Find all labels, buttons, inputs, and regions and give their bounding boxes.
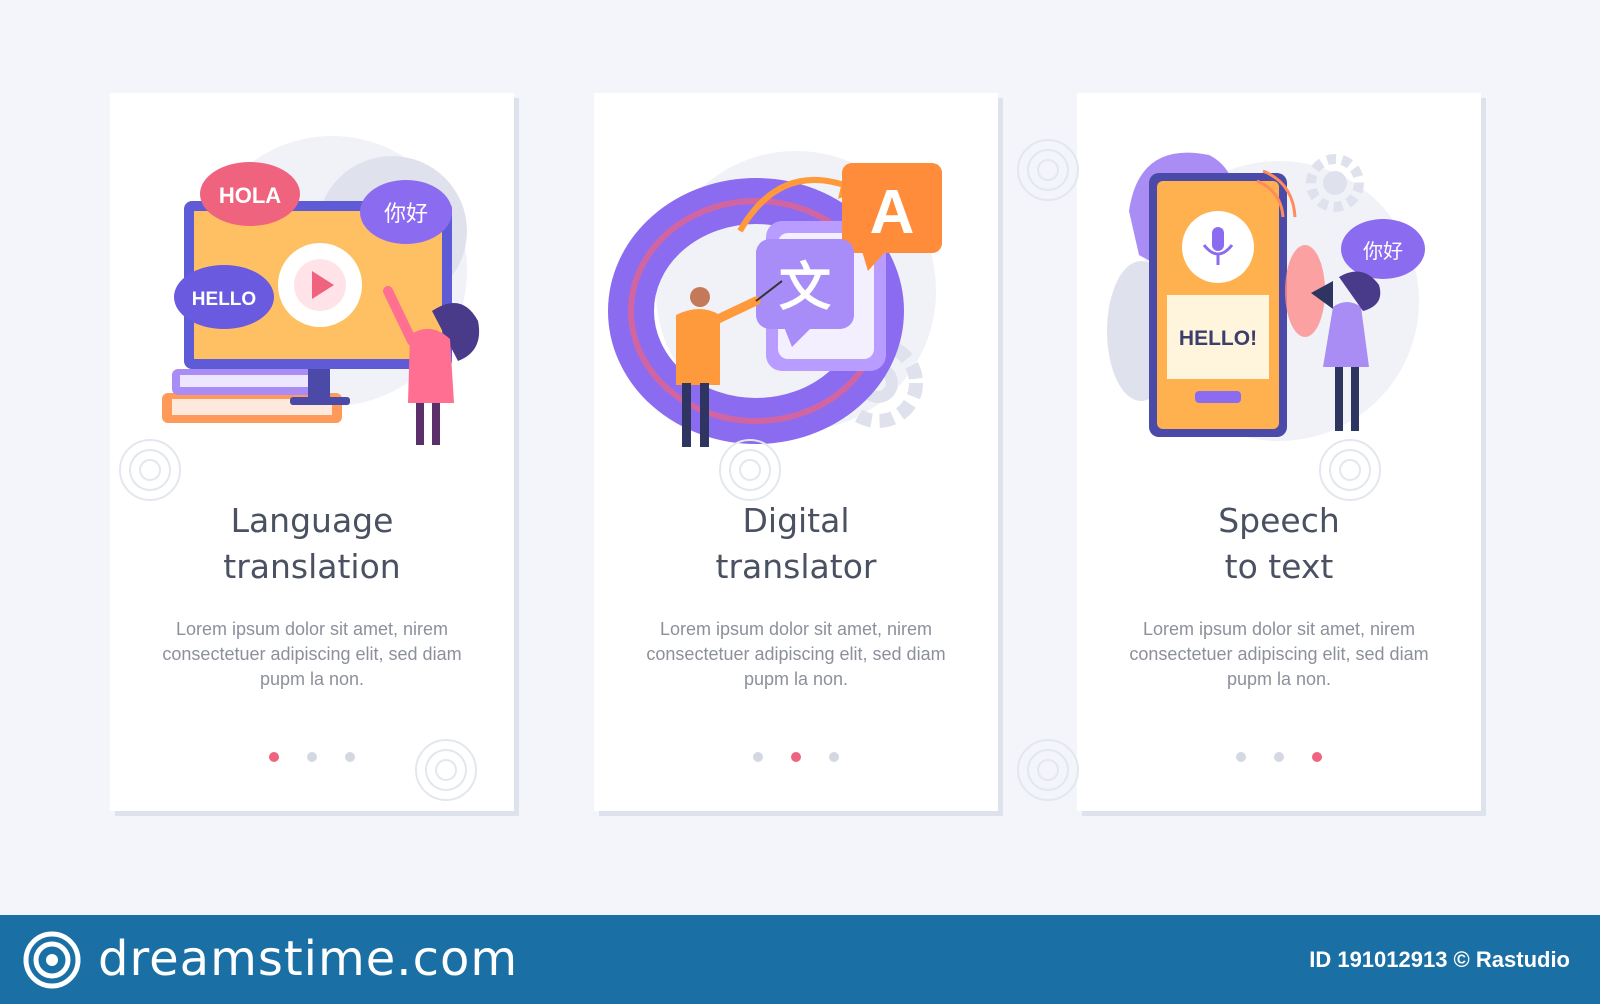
card-description: Lorem ipsum dolor sit amet, nirem consec… bbox=[162, 619, 462, 689]
svg-text:你好: 你好 bbox=[384, 202, 428, 227]
card-description: Lorem ipsum dolor sit amet, nirem consec… bbox=[646, 619, 946, 689]
pagination-dot-1[interactable] bbox=[1236, 752, 1246, 762]
svg-text:HELLO: HELLO bbox=[192, 289, 256, 310]
stock-image-id: ID 191012913 © Rastudio bbox=[1309, 947, 1570, 972]
pagination-dot-1[interactable] bbox=[753, 752, 763, 762]
pagination-dots bbox=[110, 747, 514, 766]
pagination-dot-3[interactable] bbox=[345, 752, 355, 762]
brand-name[interactable]: dreamstime.com bbox=[98, 929, 518, 989]
pagination-dot-3[interactable] bbox=[1312, 752, 1322, 762]
onboarding-card-speech-to-text: HELLO! 你好 Speech to text Lorem ipsum dol… bbox=[1077, 93, 1481, 811]
pagination-dot-1[interactable] bbox=[269, 752, 279, 762]
pagination-dots bbox=[1077, 747, 1481, 766]
language-translation-illustration: HOLA 你好 HELLO bbox=[162, 136, 480, 445]
svg-text:文: 文 bbox=[779, 258, 831, 318]
card-description: Lorem ipsum dolor sit amet, nirem consec… bbox=[1129, 619, 1429, 689]
card-title: Digital translator bbox=[715, 501, 877, 586]
pagination-dot-2[interactable] bbox=[791, 752, 801, 762]
card-title: Language translation bbox=[223, 501, 401, 586]
card-title: Speech to text bbox=[1218, 501, 1340, 586]
onboarding-card-language-translation: HOLA 你好 HELLO Language translation Lorem… bbox=[110, 93, 514, 811]
svg-text:你好: 你好 bbox=[1363, 239, 1403, 263]
pagination-dot-3[interactable] bbox=[829, 752, 839, 762]
digital-translator-illustration: A 文 bbox=[608, 151, 942, 447]
pagination-dots bbox=[594, 747, 998, 766]
svg-text:HELLO!: HELLO! bbox=[1179, 327, 1257, 350]
stock-footer-bar: dreamstime.com ID 191012913 © Rastudio bbox=[0, 915, 1600, 1004]
svg-text:HOLA: HOLA bbox=[219, 183, 281, 208]
dreamstime-logo-icon bbox=[23, 931, 81, 989]
speech-to-text-illustration: HELLO! 你好 bbox=[1107, 152, 1425, 441]
pagination-dot-2[interactable] bbox=[1274, 752, 1284, 762]
svg-text:A: A bbox=[870, 178, 915, 247]
onboarding-card-digital-translator: A 文 Digital translator Lorem ipsum dolor… bbox=[594, 93, 998, 811]
pagination-dot-2[interactable] bbox=[307, 752, 317, 762]
